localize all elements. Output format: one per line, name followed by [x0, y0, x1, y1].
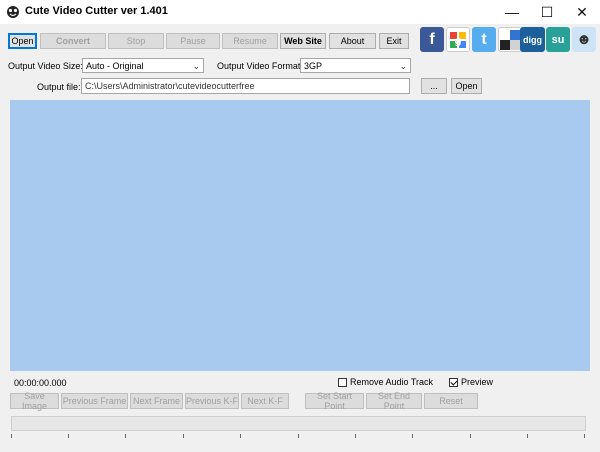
timeline-tick: [584, 434, 585, 438]
previous-frame-button[interactable]: Previous Frame: [61, 393, 128, 409]
set-start-point-button[interactable]: Set Start Point: [305, 391, 364, 411]
twitter-glyph: t: [481, 30, 487, 48]
output-format-value: 3GP: [304, 60, 323, 71]
maximize-button[interactable]: ☐: [530, 0, 564, 24]
timeline-ticks: [11, 434, 586, 440]
output-file-value: C:\Users\Administrator\cutevideocutterfr…: [85, 81, 255, 91]
chevron-down-icon: ⌄: [192, 61, 200, 71]
timecode-display: 00:00:00.000: [14, 378, 67, 388]
twitter-icon[interactable]: t: [472, 27, 496, 52]
remove-audio-label: Remove Audio Track: [350, 377, 434, 387]
timeline-tick: [183, 434, 184, 438]
svg-text:g: g: [454, 36, 461, 47]
digg-glyph: digg: [523, 34, 542, 45]
facebook-icon[interactable]: f: [420, 27, 444, 52]
timeline-tick: [298, 434, 299, 438]
output-format-select[interactable]: 3GP ⌄: [300, 58, 411, 73]
timeline-tick: [11, 434, 12, 438]
output-format-label: Output Video Format:: [217, 61, 303, 71]
app-logo-icon: [7, 6, 19, 18]
app-window: Cute Video Cutter ver 1.401 — ☐ ✕ Open C…: [0, 0, 600, 452]
preview-label: Preview: [461, 377, 494, 387]
preview-option[interactable]: Preview: [449, 377, 493, 387]
timeline-slider[interactable]: [11, 416, 586, 431]
timeline-tick: [355, 434, 356, 438]
browse-button[interactable]: ...: [421, 78, 447, 94]
stumbleupon-glyph: su: [551, 33, 565, 46]
close-button[interactable]: ✕: [565, 0, 599, 24]
next-frame-button[interactable]: Next Frame: [130, 393, 183, 409]
exit-button[interactable]: Exit: [379, 33, 409, 49]
next-keyframe-button[interactable]: Next K-F: [241, 393, 289, 409]
resume-button[interactable]: Resume: [222, 33, 278, 49]
output-file-label: Output file:: [37, 82, 81, 92]
output-size-label: Output Video Size:: [8, 61, 83, 71]
open-button[interactable]: Open: [8, 33, 37, 49]
reddit-glyph: ☻: [576, 31, 592, 48]
preview-checkbox[interactable]: [449, 377, 458, 387]
facebook-glyph: f: [429, 30, 435, 48]
delicious-icon[interactable]: [498, 27, 522, 52]
video-preview-area[interactable]: [10, 100, 590, 371]
timeline-tick: [125, 434, 126, 438]
timeline-tick: [412, 434, 413, 438]
timeline-tick: [527, 434, 528, 438]
open-folder-button[interactable]: Open: [451, 78, 482, 94]
minimize-button[interactable]: —: [495, 0, 529, 24]
convert-button[interactable]: Convert: [40, 33, 106, 49]
save-image-button[interactable]: Save Image: [10, 391, 59, 411]
delicious-glyph-icon: [500, 29, 520, 50]
about-button[interactable]: About: [329, 33, 376, 49]
remove-audio-option[interactable]: Remove Audio Track: [338, 377, 433, 387]
website-button[interactable]: Web Site: [280, 33, 326, 49]
timeline-tick: [470, 434, 471, 438]
google-icon[interactable]: g: [446, 27, 470, 52]
output-size-select[interactable]: Auto - Original ⌄: [82, 58, 204, 73]
stumbleupon-icon[interactable]: su: [546, 27, 570, 52]
remove-audio-checkbox[interactable]: [338, 377, 347, 387]
set-end-point-button[interactable]: Set End Point: [366, 391, 422, 411]
google-glyph-icon: g: [450, 31, 466, 48]
reset-button[interactable]: Reset: [424, 393, 478, 409]
output-size-value: Auto - Original: [86, 60, 144, 71]
window-title: Cute Video Cutter ver 1.401: [25, 5, 168, 17]
chevron-down-icon: ⌄: [399, 61, 407, 71]
timeline-tick: [68, 434, 69, 438]
stop-button[interactable]: Stop: [108, 33, 164, 49]
title-bar: Cute Video Cutter ver 1.401 — ☐ ✕: [0, 0, 600, 24]
reddit-icon[interactable]: ☻: [572, 27, 596, 52]
previous-keyframe-button[interactable]: Previous K-F: [185, 393, 239, 409]
output-file-input[interactable]: C:\Users\Administrator\cutevideocutterfr…: [81, 78, 410, 94]
pause-button[interactable]: Pause: [166, 33, 220, 49]
timeline-tick: [240, 434, 241, 438]
digg-icon[interactable]: digg: [520, 27, 545, 52]
